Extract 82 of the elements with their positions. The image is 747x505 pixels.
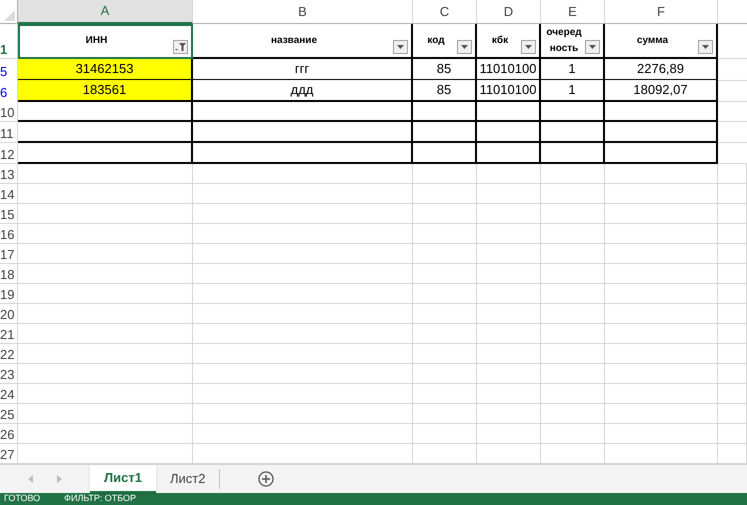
filter-icon xyxy=(175,43,186,51)
filter-active-button[interactable] xyxy=(173,40,188,54)
row-number[interactable]: 23 xyxy=(0,364,18,384)
row-number[interactable]: 12 xyxy=(0,143,18,164)
row-number[interactable]: 14 xyxy=(0,184,18,204)
filter-dropdown-button[interactable] xyxy=(585,40,600,54)
empty-cell[interactable] xyxy=(541,143,605,164)
status-text: ГОТОВО xyxy=(4,493,40,504)
table-cell: 11010100 xyxy=(477,80,541,102)
table-cell: 85 xyxy=(413,80,477,102)
row-number[interactable]: 26 xyxy=(0,424,18,444)
row-number[interactable]: 11 xyxy=(0,122,18,143)
column-title: сумма xyxy=(636,34,668,48)
corner-triangle-icon xyxy=(4,10,15,21)
row-number[interactable]: 6 xyxy=(0,80,18,102)
empty-cell[interactable] xyxy=(193,143,413,164)
row-number[interactable]: 10 xyxy=(0,101,18,122)
column-header[interactable]: C xyxy=(413,0,477,24)
table-cell: 18092,07 xyxy=(605,80,718,102)
table-cell: ддд xyxy=(193,80,413,102)
scroll-right-icon[interactable] xyxy=(57,475,62,483)
column-title: очередность xyxy=(545,26,583,56)
row-number[interactable]: 17 xyxy=(0,244,18,264)
empty-cell[interactable] xyxy=(477,122,541,143)
table-cell: 2276,89 xyxy=(605,59,718,80)
empty-cell[interactable] xyxy=(193,122,413,143)
column-header[interactable]: E xyxy=(541,0,605,24)
empty-cell[interactable] xyxy=(193,101,413,122)
empty-cell[interactable] xyxy=(477,101,541,122)
table-cell: 31462153 xyxy=(18,59,193,80)
caret-icon xyxy=(589,45,596,49)
column-title: название xyxy=(270,34,318,48)
caret-icon xyxy=(702,45,709,49)
table-cell: 85 xyxy=(413,59,477,80)
column-title: кбк xyxy=(492,34,508,48)
table-cell: 183561 xyxy=(18,80,193,102)
column-header[interactable]: B xyxy=(193,0,413,24)
empty-cell[interactable] xyxy=(477,143,541,164)
column-header[interactable]: A xyxy=(18,0,193,24)
row-number[interactable]: 22 xyxy=(0,344,18,364)
empty-cell[interactable] xyxy=(605,122,718,143)
row-number[interactable]: 25 xyxy=(0,404,18,424)
column-title: код xyxy=(427,34,445,48)
column-title: ИНН xyxy=(86,34,108,48)
row-number[interactable]: 1 xyxy=(0,24,18,59)
caret-icon xyxy=(461,45,468,49)
row-number[interactable]: 18 xyxy=(0,264,18,284)
row-number[interactable]: 5 xyxy=(0,59,18,80)
row-number[interactable]: 19 xyxy=(0,284,18,304)
empty-cell[interactable] xyxy=(541,122,605,143)
row-number[interactable]: 20 xyxy=(0,304,18,324)
select-all-corner[interactable] xyxy=(0,0,18,24)
row-number[interactable]: 15 xyxy=(0,204,18,224)
empty-cell[interactable] xyxy=(605,101,718,122)
table-cell: 1 xyxy=(541,80,605,102)
filter-dropdown-button[interactable] xyxy=(457,40,472,54)
empty-cell[interactable] xyxy=(413,101,477,122)
filter-dropdown-button[interactable] xyxy=(521,40,536,54)
row-number[interactable]: 24 xyxy=(0,384,18,404)
table-cell: 11010100 xyxy=(477,59,541,80)
filter-dropdown-button[interactable] xyxy=(698,40,713,54)
header-cell[interactable]: ИНН xyxy=(18,24,193,59)
add-sheet-icon[interactable] xyxy=(258,471,274,487)
caret-icon xyxy=(397,45,404,49)
empty-cell[interactable] xyxy=(413,143,477,164)
empty-cell[interactable] xyxy=(541,101,605,122)
sheet-tab[interactable]: Лист2 xyxy=(156,465,220,493)
column-header[interactable]: D xyxy=(477,0,541,24)
row-number[interactable]: 21 xyxy=(0,324,18,344)
status-text: ФИЛЬТР: ОТБОР xyxy=(64,493,136,504)
table-cell: ггг xyxy=(193,59,413,80)
empty-cell[interactable] xyxy=(413,122,477,143)
sheet-tab[interactable]: Лист1 xyxy=(90,465,156,493)
row-number[interactable]: 16 xyxy=(0,224,18,244)
empty-cell[interactable] xyxy=(605,143,718,164)
table-cell: 1 xyxy=(541,59,605,80)
row-number[interactable]: 13 xyxy=(0,164,18,184)
filter-dropdown-button[interactable] xyxy=(393,40,408,54)
column-header[interactable]: F xyxy=(605,0,718,24)
scroll-left-icon[interactable] xyxy=(28,475,33,483)
caret-icon xyxy=(525,45,532,49)
row-number[interactable]: 27 xyxy=(0,444,18,464)
